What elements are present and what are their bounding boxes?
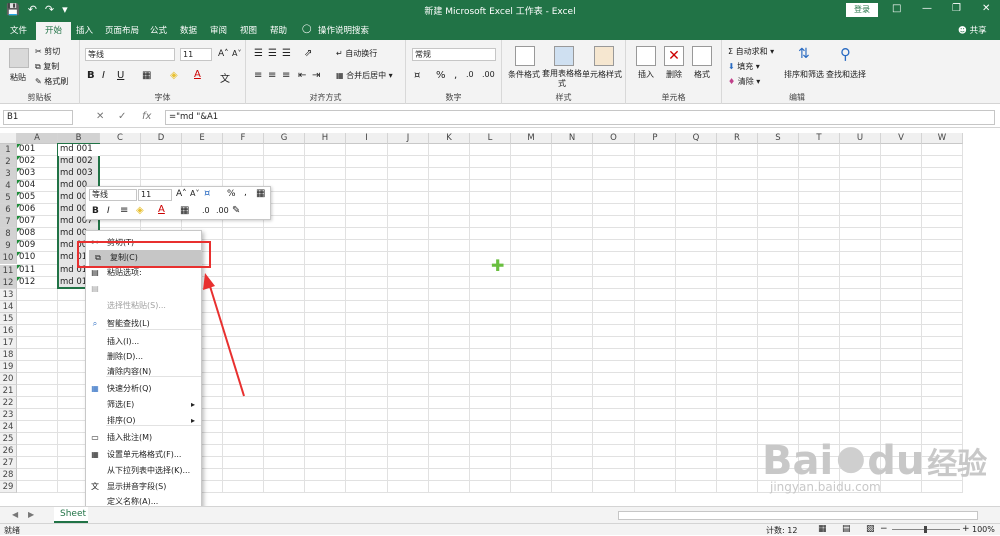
zoom-out-icon[interactable]: − [880, 524, 888, 534]
prev-sheet-icon[interactable]: ◀ [12, 510, 18, 519]
status-bar: 就绪 计数: 12 ▦ ▤ ▧ − + 100% [0, 523, 1000, 535]
next-sheet-icon[interactable]: ▶ [28, 510, 34, 519]
normal-view-icon[interactable]: ▦ [818, 524, 827, 534]
paw-icon: ● [836, 438, 866, 478]
sheet-tab[interactable]: Sheet [54, 507, 88, 523]
page-layout-view-icon[interactable]: ▤ [842, 524, 851, 534]
horizontal-scrollbar[interactable] [618, 511, 978, 520]
cell-cursor-icon: ✚ [491, 256, 505, 275]
zoom-in-icon[interactable]: + [962, 524, 970, 534]
zoom-level[interactable]: 100% [972, 525, 995, 534]
zoom-thumb[interactable] [924, 526, 927, 533]
status-ready: 就绪 [4, 526, 20, 535]
status-count: 计数: 12 [766, 526, 798, 535]
sheet-bar: ◀ ▶ Sheet [0, 506, 1000, 523]
watermark: ● Bai du 经验 jingyan.baidu.com [762, 438, 988, 494]
page-break-view-icon[interactable]: ▧ [866, 524, 875, 534]
